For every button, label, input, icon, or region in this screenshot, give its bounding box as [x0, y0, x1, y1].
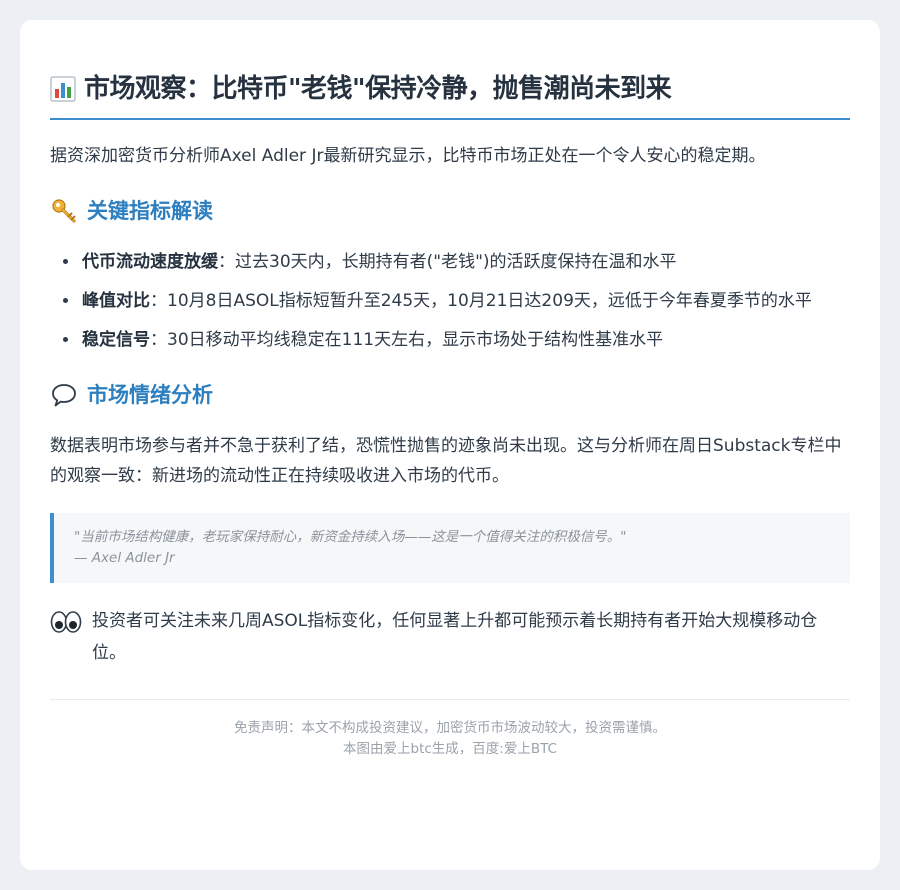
section-title-sentiment: 市场情绪分析 — [87, 383, 213, 407]
footer: 免责声明：本文不构成投资建议，加密货币市场波动较大，投资需谨慎。 本图由爱上bt… — [50, 718, 850, 760]
credit-text: 本图由爱上btc生成，百度:爱上BTC — [343, 741, 557, 757]
list-item-separator: ： — [218, 252, 235, 272]
list-item-separator: ： — [150, 291, 167, 311]
title-row: 市场观察：比特币"老钱"保持冷静，抛售潮尚未到来 — [50, 72, 850, 120]
article-card: 市场观察：比特币"老钱"保持冷静，抛售潮尚未到来 据资深加密货币分析师Axel … — [20, 20, 880, 870]
quote-author: — Axel Adler Jr — [74, 550, 175, 566]
list-item-label: 代币流动速度放缓 — [82, 252, 218, 272]
sentiment-paragraph: 数据表明市场参与者并不急于获利了结，恐慌性抛售的迹象尚未出现。这与分析师在周日S… — [50, 436, 842, 486]
section-title-indicators: 关键指标解读 — [87, 199, 213, 223]
list-item-label: 稳定信号 — [82, 330, 150, 350]
divider — [50, 699, 850, 700]
bar-chart-icon — [50, 76, 76, 102]
advice-paragraph: 投资者可关注未来几周ASOL指标变化，任何显著上升都可能预示着长期持有者开始大规… — [50, 605, 850, 669]
list-item-text: 30日移动平均线稳定在111天左右，显示市场处于结构性基准水平 — [167, 330, 664, 350]
list-item: 峰值对比：10月8日ASOL指标短暂升至245天，10月21日达209天，远低于… — [80, 286, 850, 316]
indicator-list: 代币流动速度放缓：过去30天内，长期持有者("老钱")的活跃度保持在温和水平 峰… — [50, 247, 850, 355]
list-item: 稳定信号：30日移动平均线稳定在111天左右，显示市场处于结构性基准水平 — [80, 325, 850, 355]
key-icon — [52, 199, 76, 223]
list-item-separator: ： — [150, 330, 167, 350]
quote-text: "当前市场结构健康，老玩家保持耐心，新资金持续入场——这是一个值得关注的积极信号… — [74, 529, 627, 545]
intro-paragraph: 据资深加密货币分析师Axel Adler Jr最新研究显示，比特币市场正处在一个… — [50, 146, 766, 166]
page-title: 市场观察：比特币"老钱"保持冷静，抛售潮尚未到来 — [84, 74, 672, 104]
disclaimer-text: 免责声明：本文不构成投资建议，加密货币市场波动较大，投资需谨慎。 — [234, 720, 666, 736]
section-header-indicators: 关键指标解读 — [50, 197, 850, 225]
advice-text: 投资者可关注未来几周ASOL指标变化，任何显著上升都可能预示着长期持有者开始大规… — [92, 611, 818, 663]
list-item-text: 过去30天内，长期持有者("老钱")的活跃度保持在温和水平 — [235, 252, 677, 272]
list-item-text: 10月8日ASOL指标短暂升至245天，10月21日达209天，远低于今年春夏季… — [167, 291, 812, 311]
eyes-icon — [50, 611, 82, 633]
blockquote: "当前市场结构健康，老玩家保持耐心，新资金持续入场——这是一个值得关注的积极信号… — [50, 513, 850, 583]
section-header-sentiment: 市场情绪分析 — [50, 381, 850, 409]
list-item-label: 峰值对比 — [82, 291, 150, 311]
list-item: 代币流动速度放缓：过去30天内，长期持有者("老钱")的活跃度保持在温和水平 — [80, 247, 850, 277]
speech-bubble-icon — [52, 384, 76, 407]
